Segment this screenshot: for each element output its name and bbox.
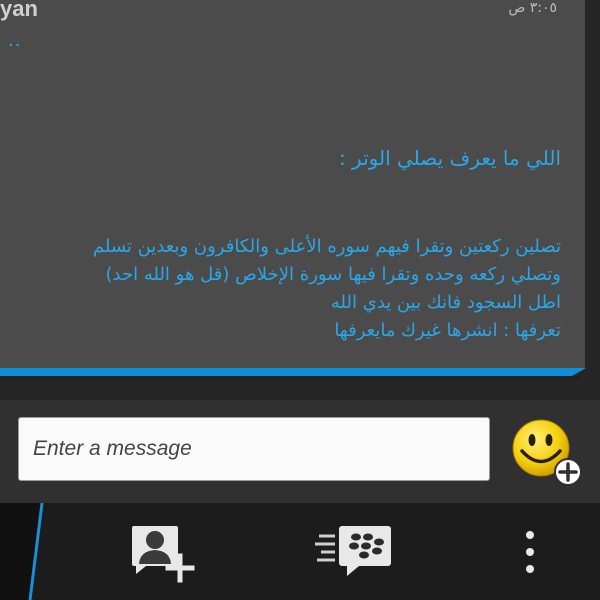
overflow-menu-button[interactable] bbox=[500, 503, 560, 600]
composer-bar bbox=[0, 400, 600, 503]
invite-contact-icon bbox=[132, 525, 195, 582]
smiley-add-icon bbox=[512, 419, 582, 486]
invite-contact-button[interactable] bbox=[110, 503, 210, 600]
message-line: تعرفها : انشرها غيرك مايعرفها bbox=[334, 320, 561, 341]
active-tab-indicator bbox=[0, 503, 44, 600]
bubble-shadow bbox=[0, 376, 580, 382]
overflow-menu-icon bbox=[526, 530, 534, 573]
chat-area: yan ٣:٠٥ ص .. اللي ما يعرف يصلي الوتر : … bbox=[0, 0, 600, 400]
action-bar bbox=[0, 503, 600, 600]
bbm-chats-button[interactable] bbox=[300, 503, 420, 600]
message-body: تصلين ركعتين وتقرا فيهم سوره الأعلى والك… bbox=[0, 233, 561, 345]
bbm-chats-icon bbox=[315, 525, 391, 576]
message-heading: اللي ما يعرف يصلي الوتر : bbox=[338, 146, 561, 170]
emoji-button[interactable] bbox=[505, 418, 585, 490]
bubble-tail bbox=[572, 368, 586, 376]
message-line: تصلين ركعتين وتقرا فيهم سوره الأعلى والك… bbox=[92, 236, 561, 257]
sender-name: yan bbox=[0, 0, 38, 21]
message-bubble[interactable]: yan ٣:٠٥ ص .. اللي ما يعرف يصلي الوتر : … bbox=[0, 0, 585, 368]
message-line: وتصلي ركعه وحده وتقرا فيها سورة الإخلاص … bbox=[105, 264, 561, 285]
message-line: اطل السجود فانك بين يدي الله bbox=[330, 292, 561, 313]
bubble-accent-bar bbox=[0, 368, 572, 376]
message-timestamp: ٣:٠٥ ص bbox=[508, 0, 557, 16]
message-input[interactable] bbox=[18, 417, 490, 481]
message-dots: .. bbox=[8, 30, 22, 51]
